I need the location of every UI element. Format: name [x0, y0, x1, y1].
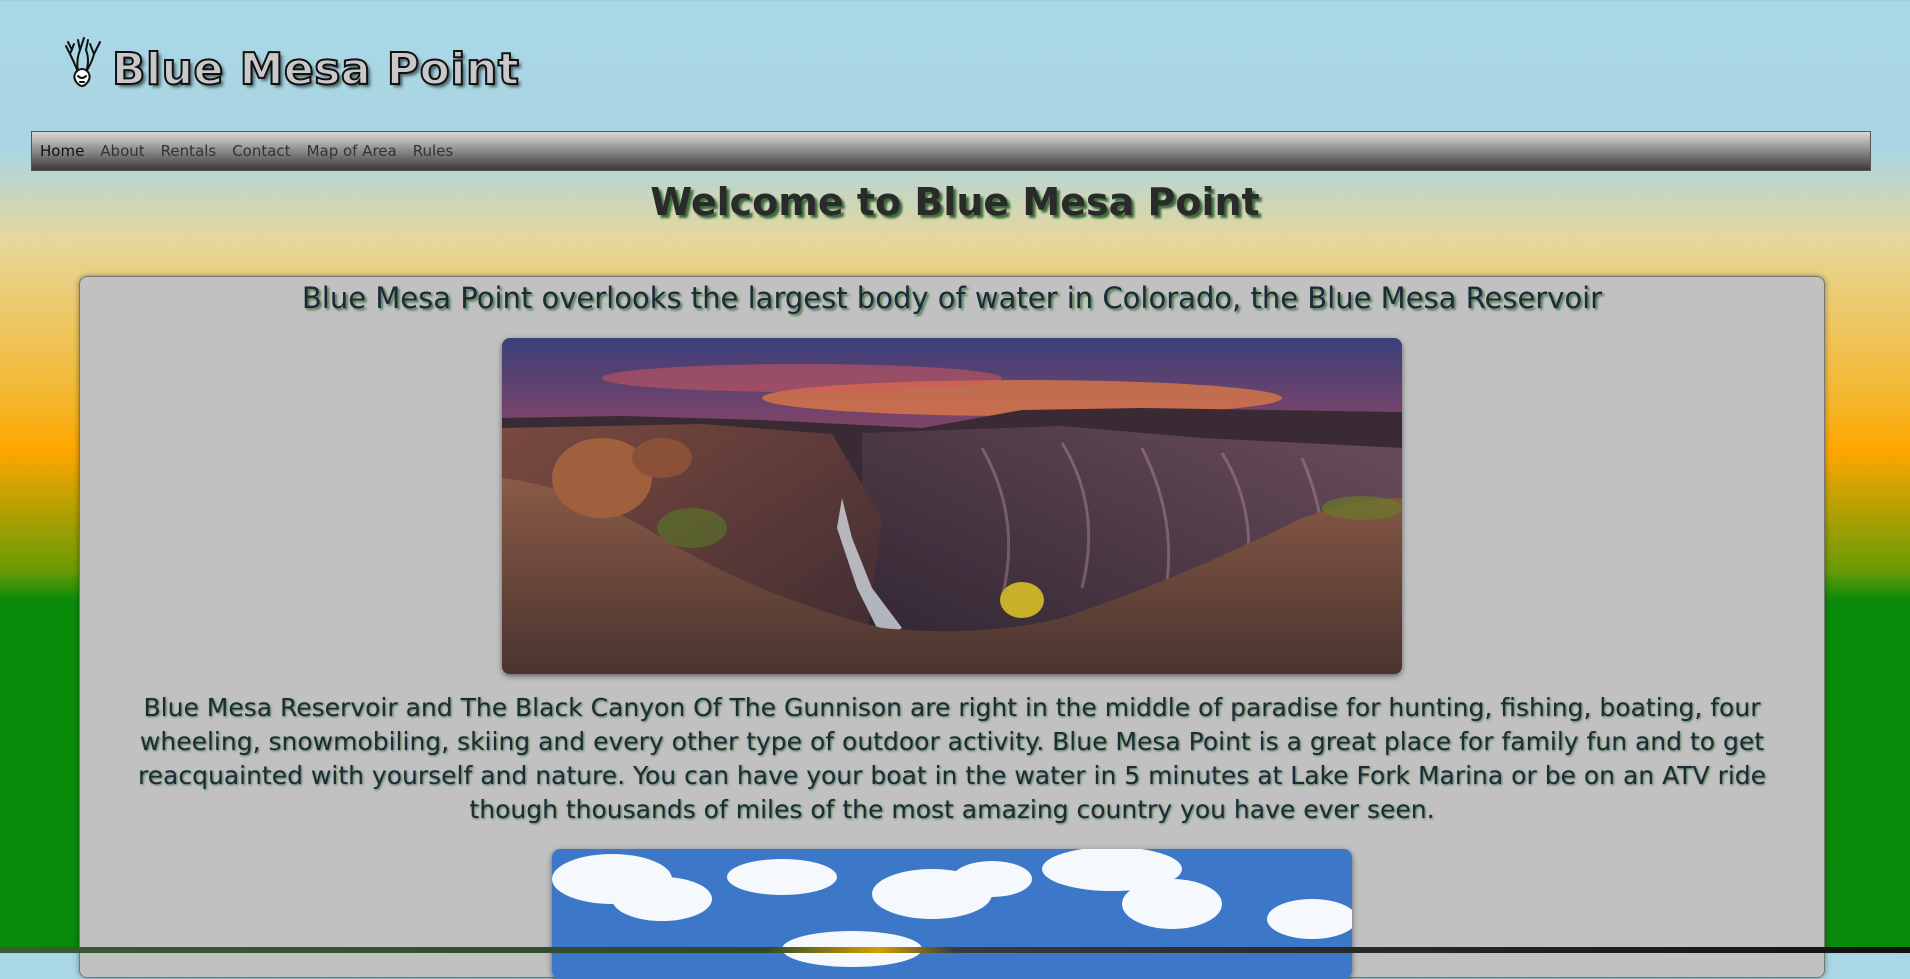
taskbar-strip: [0, 947, 1910, 953]
main-navbar: Home About Rentals Contact Map of Area R…: [31, 131, 1871, 171]
canyon-sunset-image: [502, 338, 1402, 674]
nav-item-home[interactable]: Home: [40, 142, 84, 160]
blue-sky-image: [552, 849, 1352, 979]
deer-head-icon[interactable]: [64, 32, 104, 88]
nav-item-map-of-area[interactable]: Map of Area: [307, 142, 397, 160]
content-panel: Blue Mesa Point overlooks the largest bo…: [79, 276, 1825, 979]
nav-item-about[interactable]: About: [100, 142, 144, 160]
panel-heading: Blue Mesa Point overlooks the largest bo…: [301, 281, 1603, 315]
welcome-heading: Welcome to Blue Mesa Point: [650, 180, 1260, 224]
site-title[interactable]: Blue Mesa Point: [111, 43, 520, 96]
intro-paragraph: Blue Mesa Reservoir and The Black Canyon…: [137, 693, 1767, 824]
nav-item-rentals[interactable]: Rentals: [161, 142, 217, 160]
nav-item-rules[interactable]: Rules: [413, 142, 453, 160]
nav-item-contact[interactable]: Contact: [232, 142, 290, 160]
